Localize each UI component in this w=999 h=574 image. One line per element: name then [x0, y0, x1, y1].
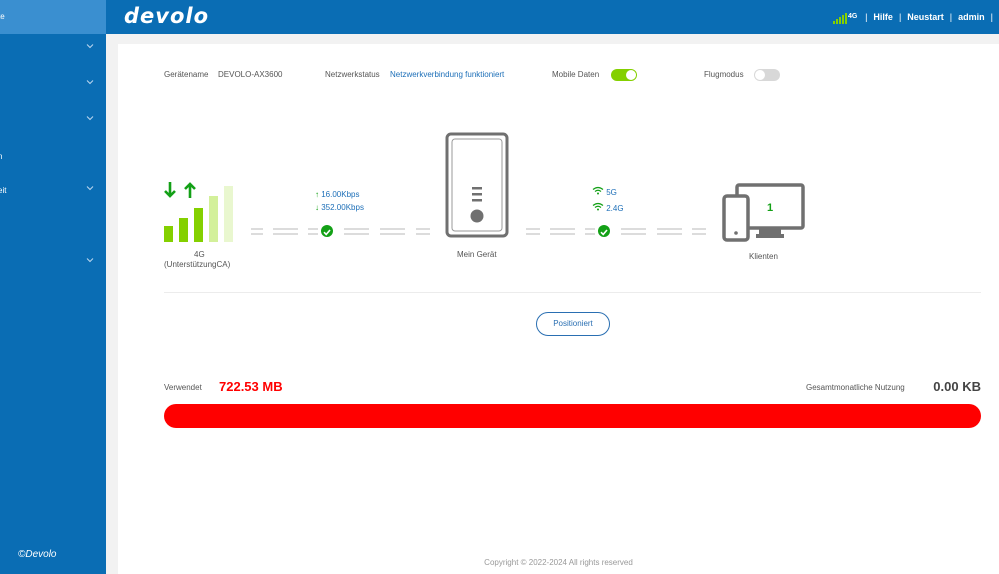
- network-status-value: Netzwerkverbindung funktioniert: [390, 70, 505, 79]
- download-rate: ↓ 352.00Kbps: [315, 203, 364, 212]
- network-type-label: 4G: [194, 250, 205, 259]
- header: devolo 4G | Hilfe | Neustart | admin |: [106, 0, 999, 34]
- connection-dash: [251, 233, 263, 235]
- mobile-data-label: Mobile Daten: [552, 70, 600, 79]
- sidebar-item-label: eit: [0, 186, 7, 195]
- upload-rate-value: 16.00Kbps: [321, 190, 360, 199]
- wifi-band-5g: 5G: [592, 186, 617, 197]
- toggle-knob: [755, 70, 765, 80]
- chevron-down-icon: [86, 258, 94, 263]
- link-separator: |: [898, 12, 902, 22]
- connection-dash: [585, 228, 595, 230]
- connection-dash: [308, 233, 318, 235]
- link-separator: |: [949, 12, 953, 22]
- connection-dash: [692, 233, 706, 235]
- admin-link[interactable]: admin: [958, 12, 985, 22]
- sidebar-item-2[interactable]: [0, 32, 106, 66]
- link-separator: |: [990, 12, 993, 22]
- connection-dash: [526, 228, 540, 230]
- chevron-down-icon: [86, 116, 94, 121]
- connection-dash: [380, 233, 405, 235]
- monthly-total-label: Gesamtmonatliche Nutzung: [806, 383, 905, 392]
- wifi-icon: [592, 186, 604, 195]
- chevron-down-icon: [86, 80, 94, 85]
- connection-dash: [550, 228, 575, 230]
- network-support-label: (UnterstützungCA): [164, 260, 231, 269]
- footer-copyright: Copyright © 2022-2024 All rights reserve…: [484, 558, 633, 567]
- flight-mode-toggle[interactable]: [754, 69, 780, 81]
- mobile-data-toggle[interactable]: [611, 69, 637, 81]
- positioned-button[interactable]: Positioniert: [536, 312, 610, 336]
- clients-count: 1: [767, 202, 773, 214]
- clients-devices-icon: 1: [722, 183, 805, 242]
- connection-dash: [416, 233, 430, 235]
- download-rate-value: 352.00Kbps: [321, 203, 364, 212]
- connection-ok-icon: [321, 225, 333, 237]
- device-name-value: DEVOLO-AX3600: [218, 70, 283, 79]
- devolo-logo: devolo: [124, 4, 210, 28]
- wifi-band-24g: 2.4G: [592, 202, 624, 213]
- sidebar-item-6[interactable]: eit: [0, 174, 106, 208]
- header-links: 4G | Hilfe | Neustart | admin |: [833, 10, 993, 24]
- router-device-icon: [445, 132, 509, 238]
- toggle-knob: [626, 70, 636, 80]
- network-badge: 4G: [848, 13, 858, 20]
- monthly-total-value: 0.00 KB: [933, 379, 981, 394]
- my-device-label: Mein Gerät: [457, 250, 497, 259]
- connection-dash: [657, 233, 682, 235]
- used-value: 722.53 MB: [219, 379, 283, 394]
- mobile-signal-icon: [164, 182, 233, 242]
- wifi-band-24g-label: 2.4G: [606, 204, 624, 213]
- clients-label: Klienten: [749, 252, 778, 261]
- connection-dash: [416, 228, 430, 230]
- connection-dash: [273, 228, 298, 230]
- connection-dash: [344, 233, 369, 235]
- sidebar-item-label: te: [0, 12, 5, 21]
- help-link[interactable]: Hilfe: [873, 12, 893, 22]
- wifi-band-5g-label: 5G: [606, 188, 617, 197]
- connection-dash: [308, 228, 318, 230]
- wifi-icon: [592, 202, 604, 211]
- connection-dash: [550, 233, 575, 235]
- sidebar-item-3[interactable]: [0, 68, 106, 102]
- sidebar-item-overview[interactable]: te: [0, 0, 106, 34]
- sidebar-copyright: ©Devolo: [18, 549, 57, 560]
- upload-rate: ↑ 16.00Kbps: [315, 190, 360, 199]
- connection-dash: [621, 228, 646, 230]
- sidebar-item-4[interactable]: [0, 104, 106, 138]
- main-panel: Gerätename DEVOLO-AX3600 Netzwerkstatus …: [118, 44, 999, 574]
- sidebar-item-label: n: [0, 152, 3, 161]
- chevron-down-icon: [86, 44, 94, 49]
- connection-dash: [585, 233, 595, 235]
- link-separator: |: [865, 12, 868, 22]
- chevron-down-icon: [86, 186, 94, 191]
- upload-arrow-icon: ↑: [315, 190, 319, 199]
- section-divider: [164, 292, 981, 293]
- used-label: Verwendet: [164, 383, 202, 392]
- connection-dash: [692, 228, 706, 230]
- connection-ok-icon: [598, 225, 610, 237]
- sidebar: te n eit ©Devolo: [0, 0, 106, 574]
- device-name-label: Gerätename: [164, 70, 209, 79]
- flight-mode-label: Flugmodus: [704, 70, 744, 79]
- signal-strength-icon: 4G: [833, 10, 859, 24]
- connection-dash: [657, 228, 682, 230]
- connection-dash: [251, 228, 263, 230]
- connection-dash: [526, 233, 540, 235]
- sidebar-item-5[interactable]: n: [0, 140, 106, 174]
- download-arrow-icon: ↓: [315, 203, 319, 212]
- usage-progress-bar: [164, 404, 981, 428]
- connection-dash: [380, 228, 405, 230]
- connection-dash: [621, 233, 646, 235]
- connection-dash: [344, 228, 369, 230]
- sidebar-item-8[interactable]: [0, 246, 106, 280]
- network-status-label: Netzwerkstatus: [325, 70, 380, 79]
- connection-dash: [273, 233, 298, 235]
- restart-link[interactable]: Neustart: [907, 12, 944, 22]
